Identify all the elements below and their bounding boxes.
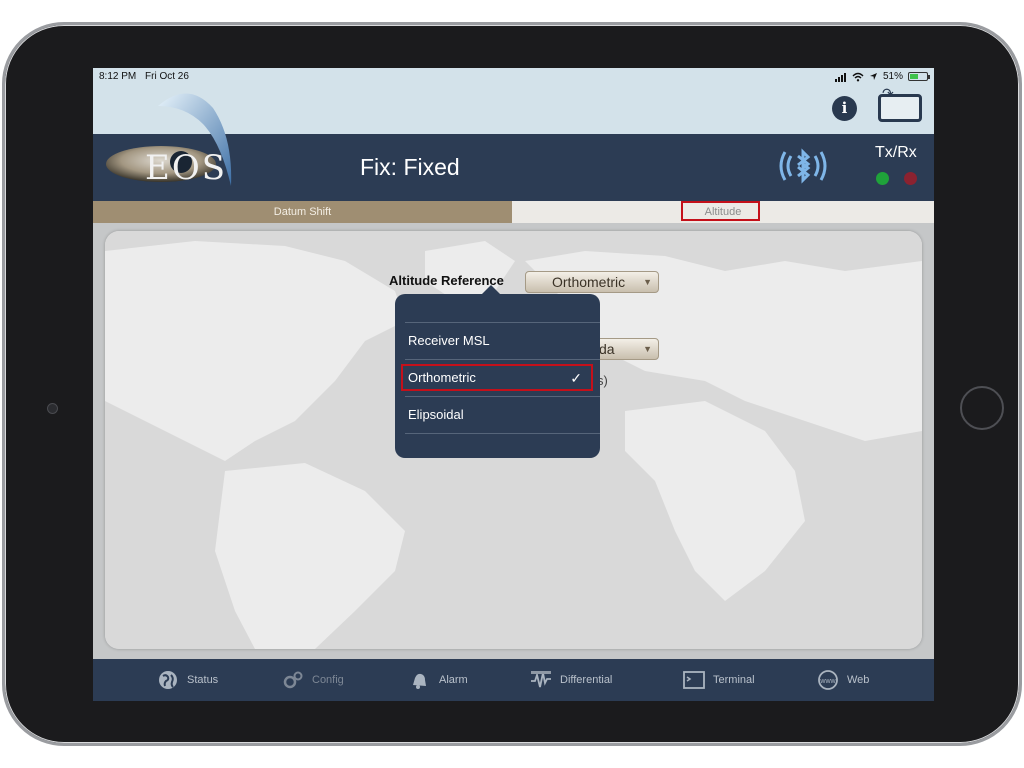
partially-hidden-select-value: da bbox=[599, 341, 615, 357]
terminal-icon bbox=[683, 671, 705, 689]
logo-text: EOS bbox=[145, 148, 227, 188]
option-label: Receiver MSL bbox=[408, 333, 490, 348]
info-button[interactable]: i bbox=[832, 96, 857, 121]
globe-icon bbox=[159, 671, 177, 689]
option-divider bbox=[405, 433, 600, 434]
nav-alarm[interactable]: Alarm bbox=[409, 668, 468, 692]
option-receiver-msl[interactable]: Receiver MSL bbox=[405, 323, 590, 359]
tab-bar: Datum Shift Altitude bbox=[93, 201, 934, 223]
cellular-signal-icon bbox=[834, 71, 847, 82]
chevron-down-icon: ▼ bbox=[643, 344, 652, 354]
option-label: Elipsoidal bbox=[408, 407, 464, 422]
chevron-down-icon: ▼ bbox=[643, 277, 652, 287]
tx-indicator-icon bbox=[876, 172, 889, 185]
nav-config-label: Config bbox=[312, 674, 344, 686]
tab-datum-shift[interactable]: Datum Shift bbox=[93, 201, 512, 223]
tab-altitude[interactable]: Altitude bbox=[512, 201, 934, 223]
signal-icon bbox=[531, 671, 551, 688]
home-button[interactable] bbox=[960, 386, 1004, 430]
nav-web-label: Web bbox=[847, 674, 870, 686]
txrx-label: Tx/Rx bbox=[875, 144, 917, 161]
nav-web[interactable]: www Web bbox=[817, 668, 869, 692]
rx-indicator-icon bbox=[904, 172, 917, 185]
partially-hidden-select[interactable]: da ▼ bbox=[590, 338, 659, 360]
status-date: Fri Oct 26 bbox=[145, 71, 189, 82]
altitude-reference-value: Orthometric bbox=[552, 274, 626, 290]
gears-icon bbox=[283, 671, 303, 689]
wifi-icon bbox=[852, 72, 864, 81]
battery-icon bbox=[908, 72, 930, 81]
nav-status-label: Status bbox=[187, 674, 219, 686]
alarm-icon bbox=[413, 673, 426, 689]
option-highlight-box bbox=[401, 364, 593, 391]
status-time: 8:12 PM bbox=[99, 71, 137, 82]
nav-differential-label: Differential bbox=[560, 674, 613, 686]
camera-icon bbox=[47, 403, 58, 414]
nav-terminal-label: Terminal bbox=[713, 674, 755, 686]
nav-config[interactable]: Config bbox=[282, 668, 344, 692]
tab-highlight-box bbox=[681, 201, 760, 221]
bluetooth-icon[interactable] bbox=[776, 148, 830, 184]
nav-differential[interactable]: Differential bbox=[530, 668, 612, 692]
location-icon bbox=[869, 73, 877, 80]
altitude-options-popover: Receiver MSL Orthometric ✓ Elipsoidal bbox=[395, 285, 600, 458]
web-icon: www bbox=[818, 670, 838, 690]
svg-text:www: www bbox=[819, 678, 836, 685]
battery-percent: 51% bbox=[882, 71, 903, 82]
nav-status[interactable]: Status bbox=[157, 668, 218, 692]
tablet-icon bbox=[878, 94, 922, 122]
app-screen: 8:12 PM Fri Oct 26 51% i ↷ EOS Fix: Fixe… bbox=[93, 68, 934, 701]
status-indicators: 51% bbox=[834, 71, 930, 82]
nav-terminal[interactable]: Terminal bbox=[683, 668, 755, 692]
altitude-reference-select[interactable]: Orthometric ▼ bbox=[525, 271, 659, 293]
rotate-tablet-button[interactable]: ↷ bbox=[878, 85, 922, 122]
popover-pointer bbox=[481, 285, 501, 295]
fix-status: Fix: Fixed bbox=[360, 154, 460, 180]
bottom-nav: Status Config Alarm Differential Termina… bbox=[93, 659, 934, 701]
option-elipsoidal[interactable]: Elipsoidal bbox=[405, 397, 590, 433]
content-area: Altitude Reference Orthometric ▼ da ▼ s)… bbox=[93, 223, 934, 659]
nav-alarm-label: Alarm bbox=[439, 674, 468, 686]
